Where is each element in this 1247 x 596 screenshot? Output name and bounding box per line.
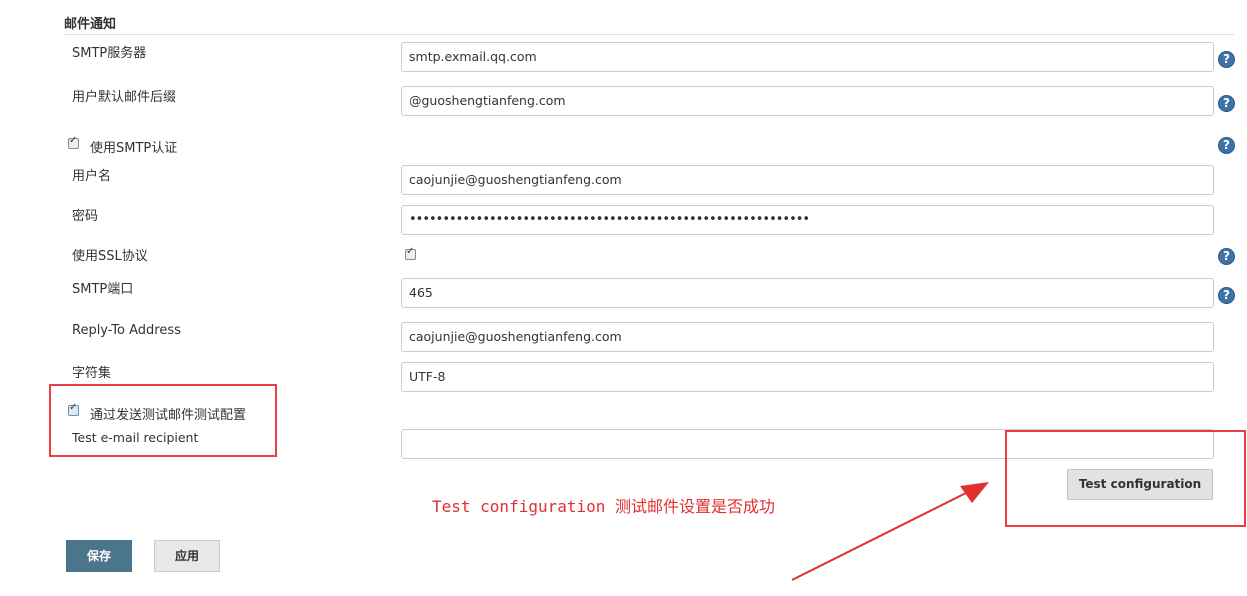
save-button[interactable]: 保存 — [66, 540, 132, 572]
annotation-arrow — [791, 482, 989, 581]
apply-button[interactable]: 应用 — [154, 540, 220, 572]
